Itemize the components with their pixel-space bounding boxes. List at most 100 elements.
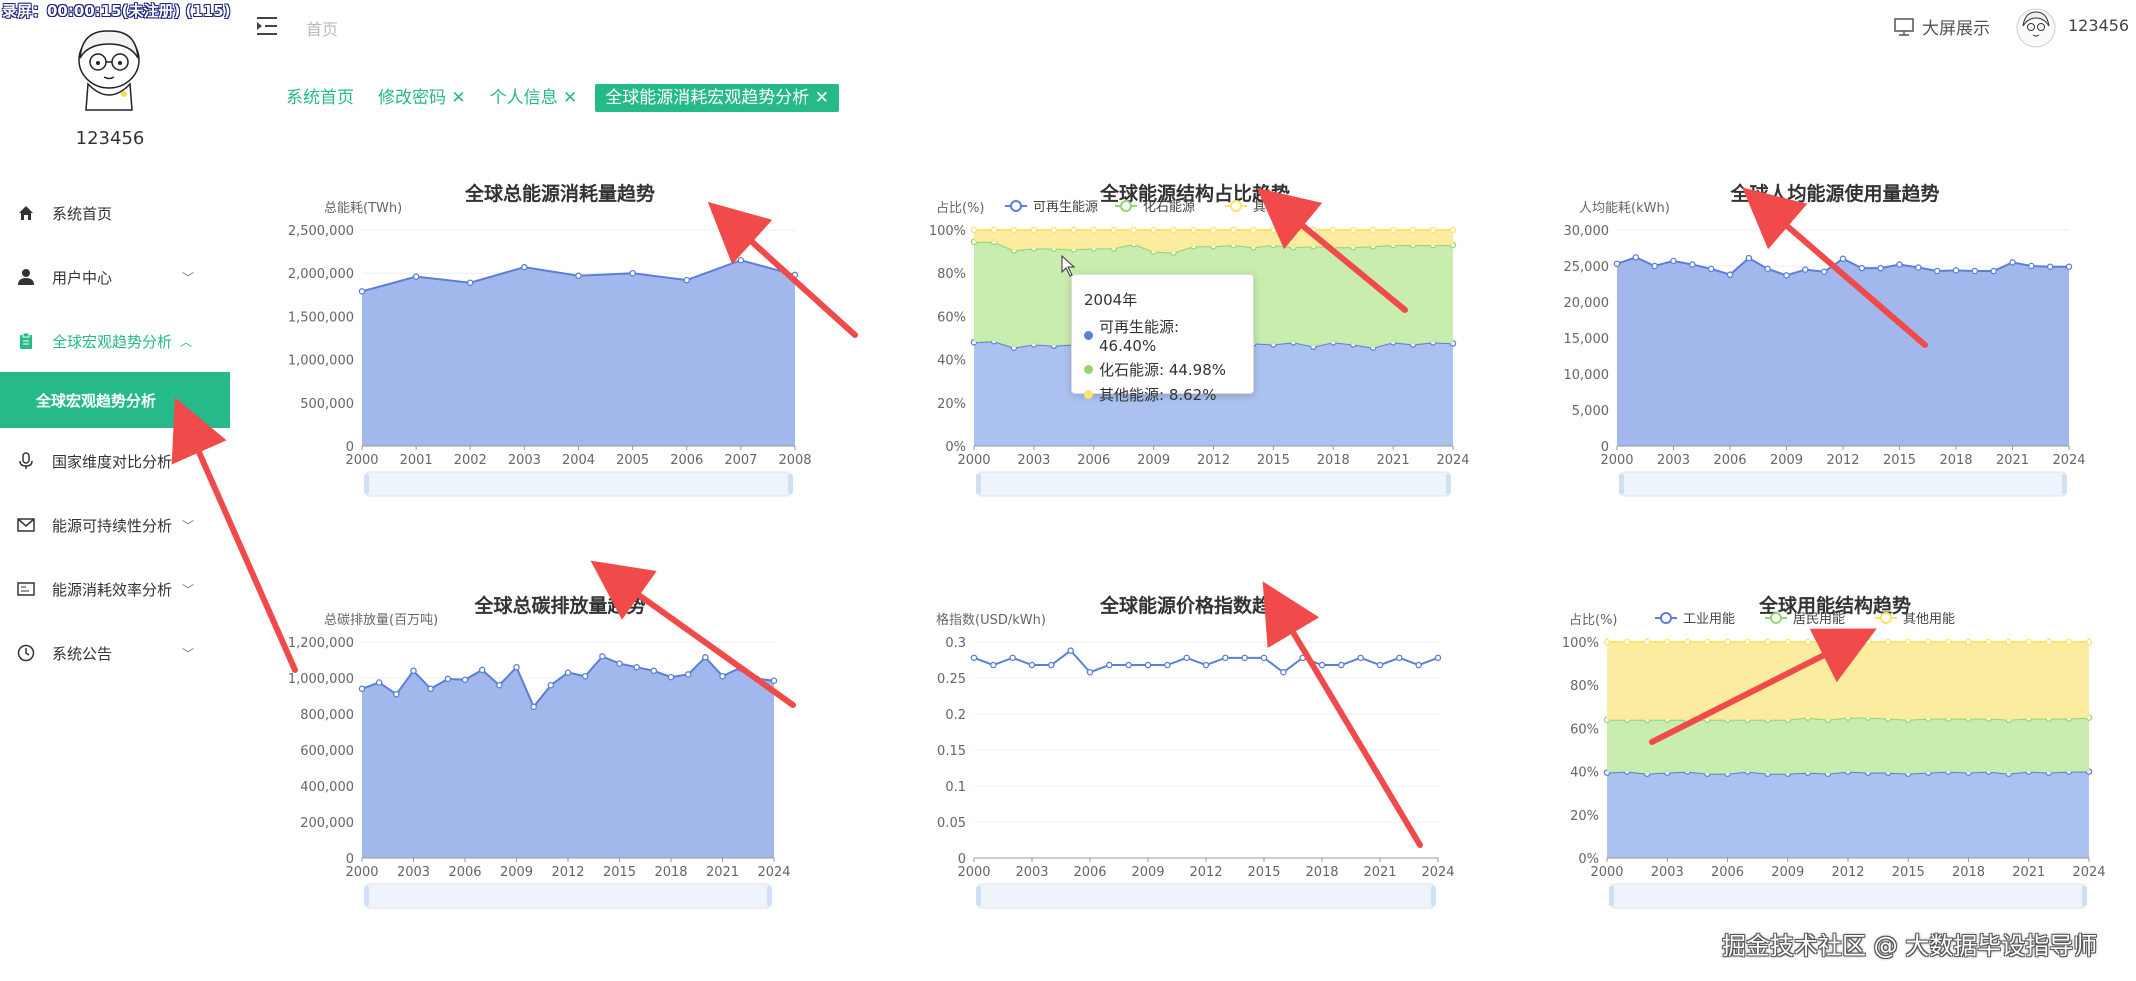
data-point	[1310, 226, 1317, 234]
x-tick-label: 2012	[1197, 453, 1230, 468]
data-point	[1164, 661, 1171, 669]
breadcrumb[interactable]: 首页	[306, 16, 338, 40]
y-tick-label: 2,500,000	[288, 224, 354, 239]
data-point	[1904, 638, 1912, 646]
x-tick-label: 2006	[448, 865, 481, 880]
data-point	[393, 690, 400, 698]
topbar-username[interactable]: 123456	[2068, 16, 2129, 35]
zoom-slider-track	[977, 471, 1450, 497]
data-point	[466, 279, 474, 286]
data-point	[1933, 267, 1941, 275]
y-axis-label: 占比(%)	[1569, 613, 1618, 628]
avatar[interactable]	[64, 22, 154, 112]
chart-total-carbon[interactable]: 全球总碳排放量趋势总碳排放量(百万吨)0200,000400,000600,00…	[280, 572, 840, 922]
data-point	[1784, 638, 1791, 646]
y-tick-label: 0.3	[945, 636, 966, 651]
sidebar-item-sustainability[interactable]: 能源可持续性分析 ﹀	[0, 501, 230, 549]
data-point	[1349, 226, 1357, 234]
data-point	[1260, 654, 1268, 662]
data-point	[633, 663, 640, 671]
sidebar-item-announcements[interactable]: 系统公告 ﹀	[0, 629, 230, 677]
chart-energy-price[interactable]: 全球能源价格指数趋势格指数(USD/kWh)00.050.10.150.20.2…	[910, 572, 1480, 922]
data-point	[1884, 638, 1892, 646]
data-point	[1241, 654, 1248, 662]
y-tick-label: 0.05	[937, 816, 966, 831]
tab-home[interactable]: 系统首页	[280, 84, 360, 112]
x-tick-label: 2009	[1771, 865, 1804, 880]
data-point	[1802, 266, 1809, 273]
big-screen-button[interactable]: 大屏展示	[1894, 14, 1990, 39]
legend-label: 工业用能	[1683, 612, 1735, 627]
tooltip-row: 其他能源: 8.62%	[1084, 384, 1241, 405]
zoom-slider-track	[365, 471, 792, 497]
data-point	[1726, 271, 1734, 278]
data-point	[683, 276, 690, 284]
sidebar-item-efficiency[interactable]: 能源消耗效率分析 ﹀	[0, 565, 230, 613]
data-point	[521, 263, 528, 271]
series-area	[1607, 771, 2089, 858]
y-axis-label: 总能耗(TWh)	[324, 201, 402, 216]
submenu-item-global-trend-analysis[interactable]: 全球宏观趋势分析	[0, 372, 230, 428]
data-point	[650, 667, 658, 675]
tab-profile[interactable]: 个人信息 ✕	[484, 84, 584, 112]
zoom-slider-track	[977, 883, 1435, 909]
data-point	[1613, 260, 1621, 268]
data-point	[629, 269, 636, 277]
close-icon[interactable]: ✕	[558, 88, 577, 108]
data-point	[575, 272, 582, 280]
data-point	[1202, 661, 1210, 669]
x-tick-label: 2009	[1137, 453, 1170, 468]
chart-usage-structure[interactable]: 全球用能结构趋势占比(%)0%20%40%60%80%100%2000 2003 2…	[1555, 572, 2115, 922]
chart-total-energy[interactable]: 全球总能源消耗量趋势总能耗(TWh)0500,0001,000,0001,500…	[280, 160, 840, 510]
x-tick-label: 2003	[1015, 865, 1048, 880]
tab-energy-trend[interactable]: 全球能源消耗宏观趋势分析 ✕	[595, 84, 839, 112]
series-area	[362, 260, 795, 446]
x-tick-label: 2018	[1317, 453, 1350, 468]
x-tick-label: 2012	[1189, 865, 1222, 880]
sidebar-item-home[interactable]: 系统首页	[0, 189, 230, 237]
data-point	[1971, 267, 1979, 275]
x-tick-label: 2000	[345, 453, 378, 468]
zoom-slider-handle	[767, 886, 772, 906]
y-tick-label: 30,000	[1564, 224, 1610, 239]
chart-per-capita-energy[interactable]: 全球人均能源使用量趋势人均能耗(kWh)05,00010,00015,00020…	[1555, 160, 2115, 510]
user-avatar[interactable]	[2016, 8, 2056, 48]
data-point	[496, 681, 503, 689]
tooltip-row: 可再生能源: 46.40%	[1084, 316, 1241, 355]
y-tick-label: 25,000	[1564, 260, 1610, 275]
x-tick-label: 2000	[1600, 453, 1633, 468]
sidebar-item-country-compare[interactable]: 国家维度对比分析	[0, 437, 230, 485]
sidebar-item-global-trend[interactable]: 全球宏观趋势分析 ︿	[0, 317, 230, 365]
data-point	[1745, 254, 1753, 262]
sidebar-item-user-center[interactable]: 用户中心 ﹀	[0, 253, 230, 301]
y-tick-label: 1,200,000	[288, 636, 354, 651]
close-icon[interactable]: ✕	[446, 88, 465, 108]
data-point	[1389, 226, 1397, 234]
data-point	[791, 271, 799, 279]
y-tick-label: 2,000,000	[288, 267, 354, 282]
data-point	[1684, 638, 1691, 646]
x-tick-label: 2007	[724, 453, 757, 468]
legend-dot	[1084, 390, 1093, 399]
data-point	[1985, 638, 1992, 646]
data-point	[736, 664, 743, 672]
sidebar-item-label: 系统公告	[52, 644, 113, 663]
data-point	[1190, 226, 1197, 234]
x-tick-label: 2012	[1831, 865, 1864, 880]
data-point	[1839, 255, 1847, 263]
data-point	[444, 675, 452, 683]
chart-title: 全球总碳排放量趋势	[473, 594, 645, 617]
data-point	[461, 676, 469, 684]
sidebar-item-label: 能源可持续性分析	[52, 516, 173, 535]
tooltip-row-label: 其他能源: 8.62%	[1099, 386, 1217, 404]
tab-change-password[interactable]: 修改密码 ✕	[372, 84, 472, 112]
tab-label: 修改密码	[378, 88, 446, 108]
menu-fold-icon[interactable]	[256, 16, 278, 36]
data-point	[1952, 267, 1960, 274]
x-tick-label: 2003	[397, 865, 430, 880]
data-point	[667, 673, 675, 681]
data-point	[1744, 638, 1751, 646]
chart-title: 全球总能源消耗量趋势	[464, 182, 655, 205]
y-tick-label: 20%	[1570, 809, 1599, 824]
close-icon[interactable]: ✕	[809, 88, 829, 108]
